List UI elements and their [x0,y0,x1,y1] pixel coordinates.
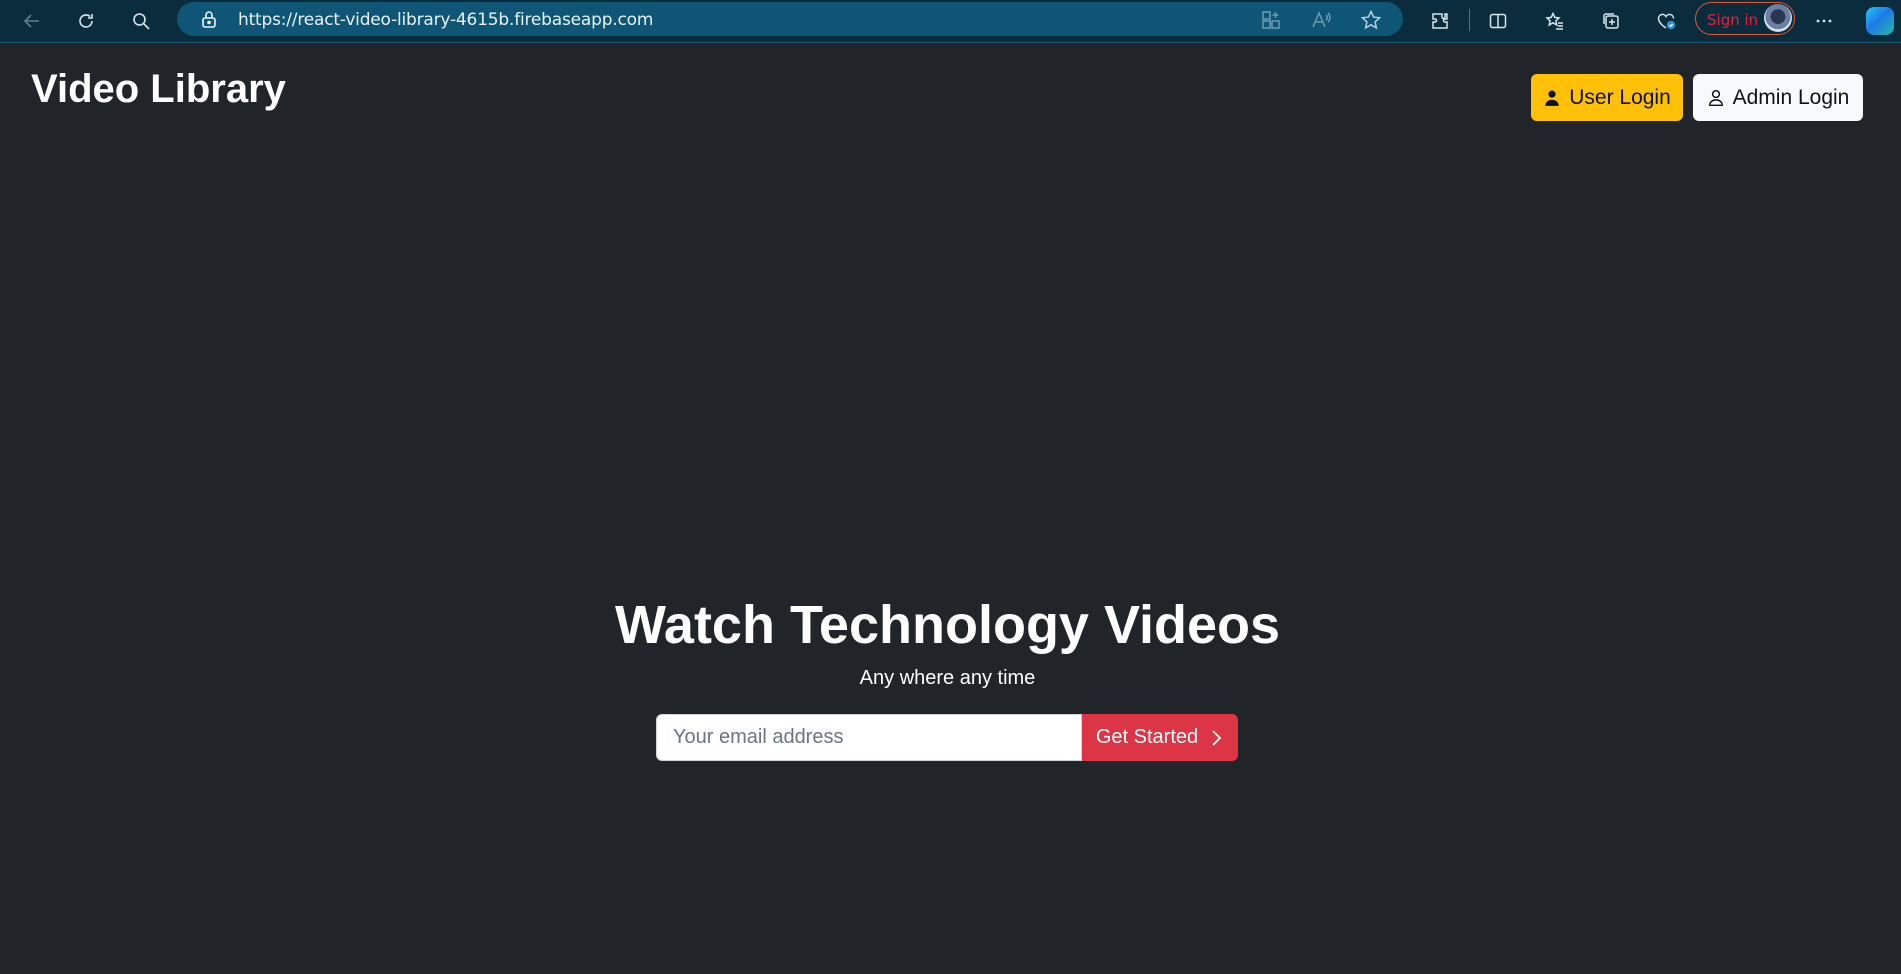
favorites-icon[interactable] [1540,6,1570,36]
user-login-label: User Login [1569,85,1671,109]
url-text[interactable]: https://react-video-library-4615b.fireba… [238,10,653,30]
admin-login-label: Admin Login [1732,85,1850,109]
search-icon[interactable] [126,6,156,36]
back-icon[interactable] [17,6,47,36]
signup-form: Get Started [656,714,1238,761]
person-fill-icon [1545,89,1559,106]
read-aloud-icon[interactable] [1310,9,1332,31]
hero-title: Watch Technology Videos [614,595,1281,655]
refresh-icon[interactable] [71,6,101,36]
email-input[interactable] [656,714,1082,761]
app-available-icon[interactable] [1260,9,1282,31]
person-outline-icon [1708,89,1723,106]
profile-avatar [1764,4,1792,32]
more-options-icon[interactable] [1809,6,1839,36]
sign-in-label: Sign in [1707,11,1759,29]
extensions-icon[interactable] [1425,6,1455,36]
split-screen-icon[interactable] [1483,6,1513,36]
hero-subtitle: Any where any time [859,667,1036,689]
chevron-right-icon [1212,729,1222,746]
browser-essentials-icon[interactable] [1651,6,1681,36]
user-login-button[interactable]: User Login [1531,74,1683,121]
copilot-icon[interactable] [1866,7,1894,35]
sign-in-button[interactable]: Sign in [1695,2,1795,35]
site-title: Video Library [31,67,286,111]
lock-icon [199,9,219,29]
get-started-label: Get Started [1095,726,1199,748]
browser-toolbar: https://react-video-library-4615b.fireba… [0,0,1901,43]
admin-login-button[interactable]: Admin Login [1693,74,1863,121]
favorite-star-icon[interactable] [1360,9,1382,31]
toolbar-separator [1469,9,1470,31]
address-bar[interactable]: https://react-video-library-4615b.fireba… [177,2,1403,36]
get-started-button[interactable]: Get Started [1082,714,1238,761]
collections-icon[interactable] [1596,6,1626,36]
